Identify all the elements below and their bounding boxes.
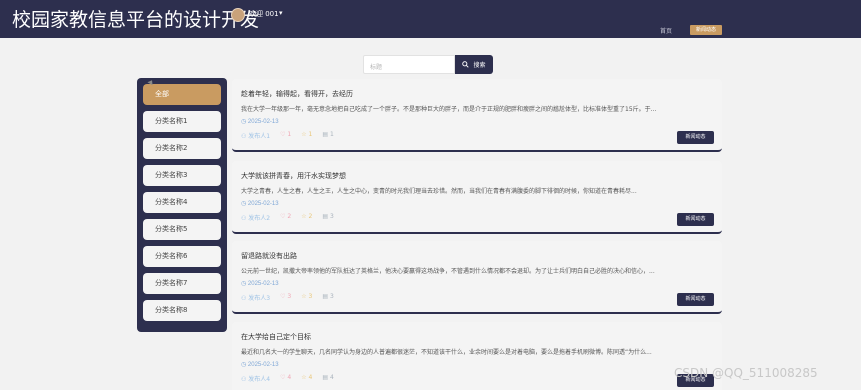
favorites: ☆ 3: [301, 293, 313, 300]
user-welcome[interactable]: 欢迎 001: [249, 9, 279, 19]
csdn-watermark: CSDN @QQ_511008285: [674, 366, 818, 380]
category-item-all[interactable]: 全部: [143, 84, 221, 105]
category-item[interactable]: 分类名称2: [143, 138, 221, 159]
news-meta: ⚇ 发布人2 ♡ 2 ☆ 2 ▤ 3: [241, 213, 334, 222]
news-title[interactable]: 大学就该拼青春，用汗水实现梦想: [241, 171, 346, 181]
top-navbar: 校园家教信息平台的设计开发 欢迎 001 ▾ 首页 新闻动态: [0, 0, 861, 38]
news-meta: ⚇ 发布人3 ♡ 3 ☆ 3 ▤ 3: [241, 293, 334, 302]
category-item[interactable]: 分类名称3: [143, 165, 221, 186]
nav-news-link[interactable]: 新闻动态: [690, 25, 722, 35]
category-item[interactable]: 分类名称7: [143, 273, 221, 294]
news-date: ◷ 2025-02-13: [241, 201, 279, 207]
news-tag-button[interactable]: 新闻动态: [677, 293, 714, 306]
news-meta: ⚇ 发布人1 ♡ 1 ☆ 1 ▤ 1: [241, 131, 334, 140]
search-icon: [462, 61, 470, 68]
site-title[interactable]: 校园家教信息平台的设计开发: [12, 5, 259, 32]
news-card[interactable]: 大学就该拼青春，用汗水实现梦想 大学之青春，人生之春，人生之王，人生之中心，变青…: [232, 161, 722, 234]
author: ⚇ 发布人2: [241, 215, 271, 222]
news-summary: 大学之青春，人生之春，人生之王，人生之中心，变青的时光我们理当去珍惜。然而，当我…: [241, 188, 637, 195]
news-date: ◷ 2025-02-13: [241, 281, 279, 287]
comments: ▤ 3: [322, 213, 334, 220]
avatar[interactable]: [231, 8, 245, 22]
news-title[interactable]: 留退路就没有出路: [241, 251, 297, 261]
likes: ♡ 1: [280, 131, 292, 138]
chevron-down-icon[interactable]: ▾: [279, 9, 283, 17]
news-card[interactable]: 趁着年轻，输得起，看得开，去经历 我在大学一年级那一年，毫无意念地把自己吃成了一…: [232, 79, 722, 152]
news-meta: ⚇ 发布人4 ♡ 4 ☆ 4 ▤ 4: [241, 374, 334, 383]
favorites: ☆ 1: [301, 131, 313, 138]
news-date: ◷ 2025-02-13: [241, 362, 279, 368]
news-summary: 最近和几名大一的学生聊天，几名同学认为身边的人普遍都很迷茫，不知道该干什么，业余…: [241, 349, 652, 356]
favorites: ☆ 2: [301, 213, 313, 220]
news-tag-button[interactable]: 新闻动态: [677, 131, 714, 144]
likes: ♡ 3: [280, 293, 292, 300]
author: ⚇ 发布人4: [241, 376, 271, 383]
category-item[interactable]: 分类名称4: [143, 192, 221, 213]
category-item[interactable]: 分类名称8: [143, 300, 221, 321]
likes: ♡ 4: [280, 374, 292, 381]
search-box: [363, 55, 455, 76]
comments: ▤ 1: [322, 131, 334, 138]
category-sidebar: 全部 分类名称1 分类名称2 分类名称3 分类名称4 分类名称5 分类名称6 分…: [137, 78, 227, 332]
news-card[interactable]: 留退路就没有出路 公元前一世纪，凯撒大帝率领他的军队抵达了英格兰，他决心要赢得这…: [232, 241, 722, 314]
category-item[interactable]: 分类名称6: [143, 246, 221, 267]
news-summary: 公元前一世纪，凯撒大帝率领他的军队抵达了英格兰，他决心要赢得这场战争，不管遇到什…: [241, 268, 655, 275]
category-item[interactable]: 分类名称1: [143, 111, 221, 132]
author: ⚇ 发布人1: [241, 133, 271, 140]
author: ⚇ 发布人3: [241, 295, 271, 302]
category-item[interactable]: 分类名称5: [143, 219, 221, 240]
likes: ♡ 2: [280, 213, 292, 220]
search-input[interactable]: [364, 59, 454, 76]
search-button-label: 搜索: [473, 62, 486, 69]
nav-home-link[interactable]: 首页: [660, 26, 672, 35]
news-title[interactable]: 在大学给自己定个目标: [241, 332, 311, 342]
news-card[interactable]: 在大学给自己定个目标 最近和几名大一的学生聊天，几名同学认为身边的人普遍都很迷茫…: [232, 322, 722, 390]
news-summary: 我在大学一年级那一年，毫无意念地把自己吃成了一个胖子。不是那种巨大的胖子，而是介…: [241, 106, 657, 113]
comments: ▤ 4: [322, 374, 334, 381]
search-button[interactable]: 搜索: [455, 55, 493, 74]
news-tag-button[interactable]: 新闻动态: [677, 213, 714, 226]
favorites: ☆ 4: [301, 374, 313, 381]
news-date: ◷ 2025-02-13: [241, 119, 279, 125]
news-title[interactable]: 趁着年轻，输得起，看得开，去经历: [241, 89, 353, 99]
comments: ▤ 3: [322, 293, 334, 300]
